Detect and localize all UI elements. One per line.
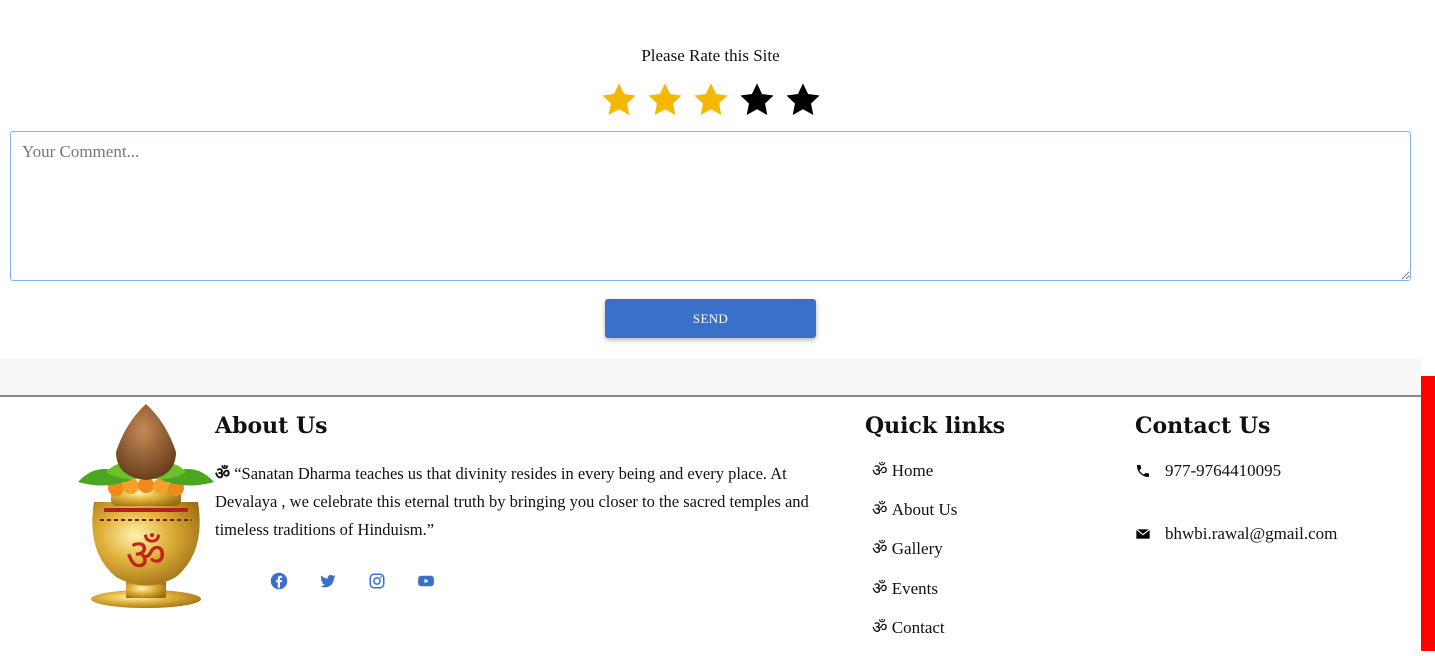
scroll-marker [1421,376,1435,651]
send-button[interactable]: SEND [605,299,816,338]
facebook-icon[interactable] [270,572,288,590]
twitter-icon[interactable] [319,572,337,590]
star-icon-2[interactable] [644,79,686,121]
about-heading: About Us [215,413,328,439]
contact-phone-row: 977-9764410095 [1135,461,1281,481]
quick-link-events[interactable]: ॐ Events [872,578,957,617]
contact-heading: Contact Us [1135,413,1271,439]
quick-link-gallery[interactable]: ॐ Gallery [872,538,957,577]
star-icon-4[interactable] [736,79,778,121]
star-icon-5[interactable] [782,79,824,121]
quick-link-contact[interactable]: ॐ Contact [872,617,957,656]
youtube-icon[interactable] [417,572,435,590]
quick-links-list: ॐ Home ॐ About Us ॐ Gallery ॐ Events ॐ C… [872,460,957,656]
instagram-icon[interactable] [368,572,386,590]
svg-text:ॐ: ॐ [126,530,166,581]
contact-email: bhwbi.rawal@gmail.com [1165,524,1338,543]
rating-title: Please Rate this Site [641,46,780,65]
comment-textarea[interactable] [10,131,1411,281]
quick-link-about-us[interactable]: ॐ About Us [872,499,957,538]
star-icon-1[interactable] [598,79,640,121]
about-text: ॐ “Sanatan Dharma teaches us that divini… [215,460,820,544]
quick-links-heading: Quick links [865,413,1006,439]
om-symbol: ॐ [215,464,231,483]
phone-icon [1137,465,1149,477]
footer-spacer [0,359,1421,396]
quick-link-home[interactable]: ॐ Home [872,460,957,499]
social-links [270,572,435,590]
kalash-logo-image: ॐ [78,404,214,608]
footer-divider [0,395,1421,397]
contact-email-row: bhwbi.rawal@gmail.com [1135,524,1337,544]
star-rating[interactable] [598,79,824,121]
envelope-icon [1135,528,1151,539]
star-icon-3[interactable] [690,79,732,121]
contact-phone: 977-9764410095 [1165,461,1282,480]
about-quote: “Sanatan Dharma teaches us that divinity… [215,464,809,539]
